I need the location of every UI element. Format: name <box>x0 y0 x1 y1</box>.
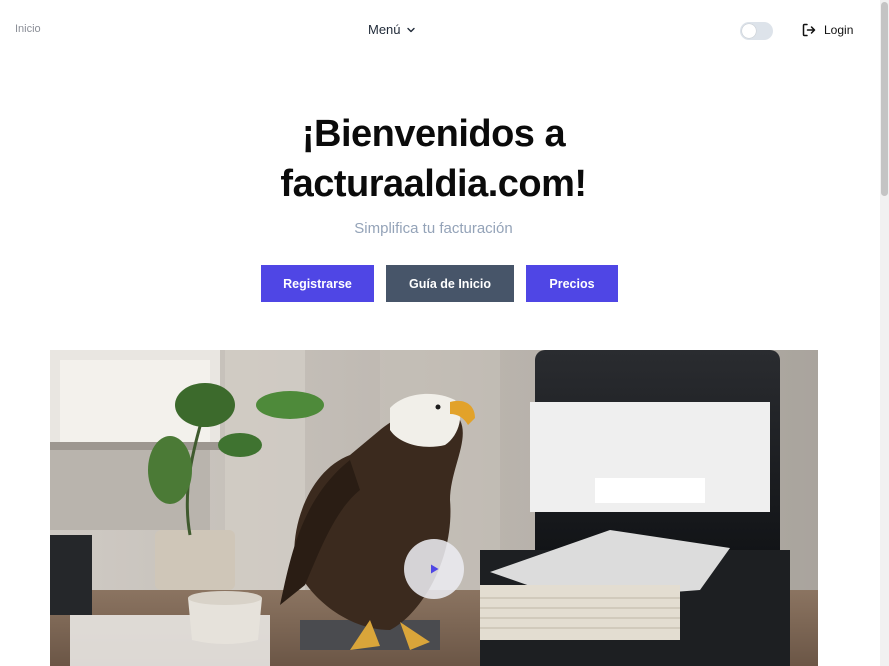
chevron-down-icon <box>406 27 415 32</box>
getting-started-guide-button[interactable]: Guía de Inicio <box>386 265 514 302</box>
hero-title-line2: facturaaldia.com! <box>280 163 587 205</box>
play-icon <box>431 564 439 574</box>
login-icon <box>802 23 816 37</box>
scrollbar-thumb[interactable] <box>881 2 888 196</box>
login-button[interactable]: Login <box>801 22 853 38</box>
hero-title: ¡Bienvenidos a facturaaldia.com! <box>0 109 867 209</box>
scrollbar-track[interactable] <box>880 0 889 666</box>
hero-subtitle: Simplifica tu facturación <box>354 220 513 237</box>
hero-title-line1: ¡Bienvenidos a <box>301 113 566 155</box>
nav-menu-dropdown[interactable]: Menú <box>368 22 416 37</box>
theme-toggle-knob <box>742 24 756 38</box>
theme-toggle[interactable] <box>740 22 773 40</box>
login-label: Login <box>824 23 854 37</box>
top-navigation: Inicio Menú Login <box>0 0 878 60</box>
play-video-button[interactable] <box>404 539 464 599</box>
hero-illustration <box>50 350 818 666</box>
pricing-button[interactable]: Precios <box>526 265 618 302</box>
hero-video-thumbnail[interactable] <box>50 350 818 666</box>
register-button[interactable]: Registrarse <box>261 265 374 302</box>
nav-menu-label: Menú <box>368 22 401 37</box>
nav-home-link[interactable]: Inicio <box>15 23 41 35</box>
